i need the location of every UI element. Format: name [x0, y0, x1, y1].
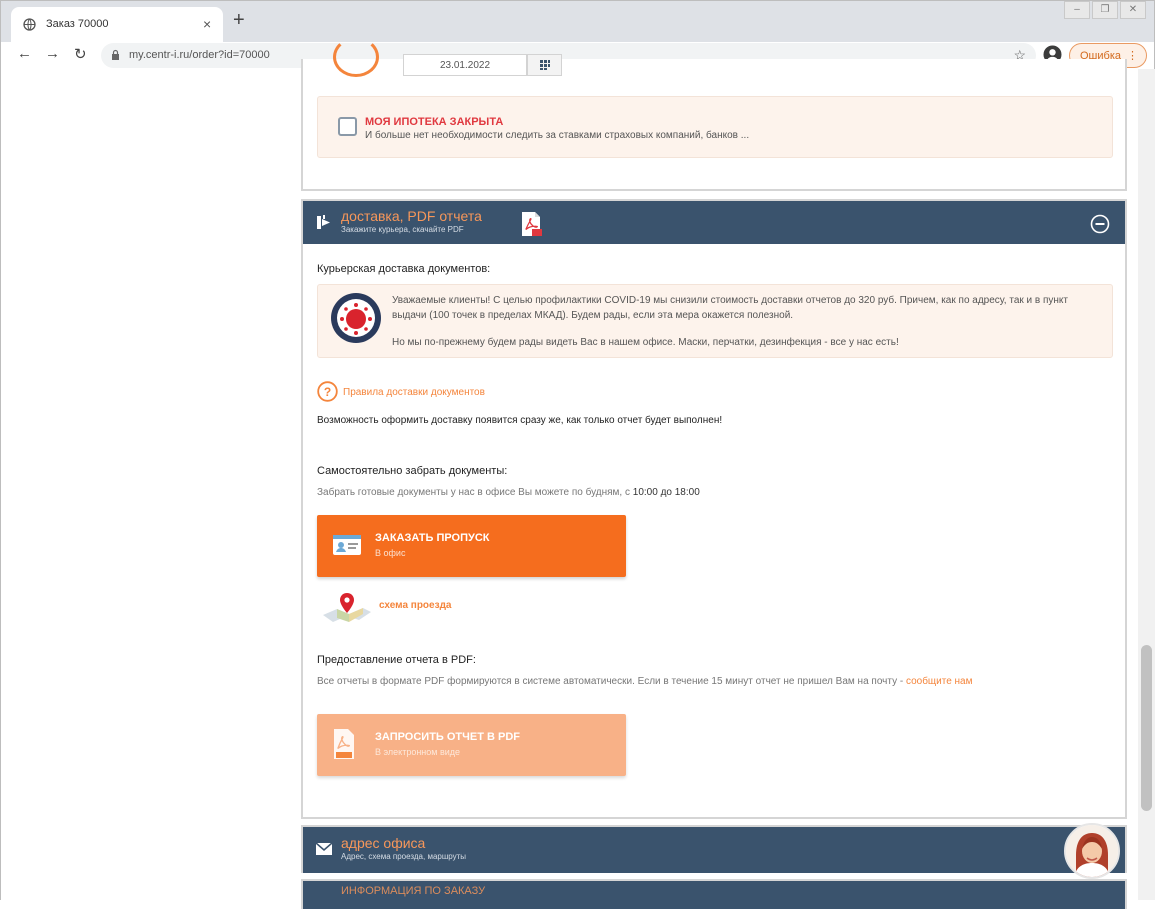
pdf-file-icon	[519, 211, 543, 242]
pickup-heading: Самостоятельно забрать документы:	[317, 465, 508, 477]
pdf-description-text: Все отчеты в формате PDF формируются в с…	[317, 676, 904, 687]
date-field[interactable]: 23.01.2022	[403, 54, 527, 76]
courier-notice: Уважаемые клиенты! С целью профилактики …	[317, 284, 1113, 358]
menu-dots-icon[interactable]: ⋮	[1127, 49, 1138, 62]
delivery-subtitle: Закажите курьера, скачайте PDF	[341, 225, 464, 234]
url-text: my.centr-i.ru/order?id=70000	[129, 49, 270, 61]
delivery-title: доставка, PDF отчета	[341, 208, 482, 224]
tab-close-icon[interactable]: ×	[203, 16, 211, 32]
pickup-description: Забрать готовые документы у нас в офисе …	[317, 487, 700, 498]
office-title: адрес офиса	[341, 835, 426, 851]
request-pdf-label: ЗАПРОСИТЬ ОТЧЕТ В PDF	[375, 731, 520, 743]
lock-icon	[111, 48, 120, 66]
coronavirus-icon	[330, 292, 382, 349]
page-scrollbar[interactable]	[1138, 69, 1155, 900]
route-map-link[interactable]: схема проезда	[379, 600, 451, 611]
courier-notice-text: Уважаемые клиенты! С целью профилактики …	[392, 295, 1068, 321]
svg-text:?: ?	[324, 385, 331, 399]
back-icon[interactable]: ←	[17, 45, 32, 62]
office-card-header[interactable]: адрес офиса Адрес, схема проезда, маршру…	[301, 825, 1127, 873]
chat-avatar[interactable]	[1064, 823, 1120, 879]
calendar-icon[interactable]	[527, 54, 562, 76]
question-icon[interactable]: ?	[317, 381, 338, 407]
envelope-icon	[315, 842, 333, 861]
collapse-icon[interactable]	[1090, 214, 1110, 239]
pdf-heading: Предоставление отчета в PDF:	[317, 654, 476, 666]
order-pass-label: ЗАКАЗАТЬ ПРОПУСК	[375, 532, 490, 544]
request-pdf-button[interactable]: ЗАПРОСИТЬ ОТЧЕТ В PDF В электронном виде	[317, 714, 626, 776]
map-pin-icon[interactable]	[321, 591, 373, 630]
order-pass-button[interactable]: ЗАКАЗАТЬ ПРОПУСК В офис	[317, 515, 626, 577]
courier-heading: Курьерская доставка документов:	[317, 263, 491, 275]
office-subtitle: Адрес, схема проезда, маршруты	[341, 852, 467, 861]
progress-ring-icon	[333, 37, 379, 77]
pickup-hours: 10:00 до 18:00	[632, 487, 700, 498]
tab-bar: Заказ 70000 × + – ❐ ✕	[0, 0, 1155, 43]
order-info-title: ИНФОРМАЦИЯ ПО ЗАКАЗУ	[341, 885, 486, 897]
delivery-card-header[interactable]: доставка, PDF отчета Закажите курьера, с…	[303, 201, 1125, 244]
pickup-text: Забрать готовые документы у нас в офисе …	[317, 487, 630, 498]
mortgage-option[interactable]: МОЯ ИПОТЕКА ЗАКРЫТА И больше нет необход…	[317, 96, 1113, 158]
minimize-icon[interactable]: –	[1064, 1, 1090, 19]
courier-notice-text-2: Но мы по-прежнему будем рады видеть Вас …	[392, 337, 899, 348]
mortgage-checkbox[interactable]	[338, 117, 357, 136]
maximize-icon[interactable]: ❐	[1092, 1, 1118, 19]
order-info-card-header[interactable]: ИНФОРМАЦИЯ ПО ЗАКАЗУ	[301, 879, 1127, 909]
pdf-icon	[332, 728, 356, 765]
page-viewport: 23.01.2022 МОЯ ИПОТЕКА ЗАКРЫТА И больше …	[0, 37, 1155, 909]
window-controls: – ❐ ✕	[1064, 1, 1146, 19]
id-card-icon	[332, 534, 362, 561]
new-tab-button[interactable]: +	[233, 9, 245, 32]
delivery-icon	[315, 214, 332, 236]
reload-icon[interactable]: ↻	[74, 45, 87, 63]
tab-title: Заказ 70000	[46, 18, 109, 30]
mortgage-title: МОЯ ИПОТЕКА ЗАКРЫТА	[365, 116, 504, 128]
contact-us-link[interactable]: сообщите нам	[906, 676, 973, 687]
delivery-rules-link[interactable]: Правила доставки документов	[343, 387, 485, 398]
delivery-availability-notice: Возможность оформить доставку появится с…	[317, 415, 723, 426]
pdf-description: Все отчеты в формате PDF формируются в с…	[317, 676, 973, 687]
forward-icon[interactable]: →	[45, 45, 60, 62]
close-window-icon[interactable]: ✕	[1120, 1, 1146, 19]
delivery-card: доставка, PDF отчета Закажите курьера, с…	[301, 199, 1127, 819]
globe-icon	[23, 18, 36, 36]
mortgage-subtitle: И больше нет необходимости следить за ст…	[365, 130, 750, 141]
order-pass-sublabel: В офис	[375, 548, 406, 558]
browser-tab[interactable]: Заказ 70000 ×	[11, 7, 223, 43]
request-pdf-sublabel: В электронном виде	[375, 747, 461, 757]
scrollbar-thumb[interactable]	[1141, 645, 1152, 811]
mortgage-card: 23.01.2022 МОЯ ИПОТЕКА ЗАКРЫТА И больше …	[301, 37, 1127, 191]
